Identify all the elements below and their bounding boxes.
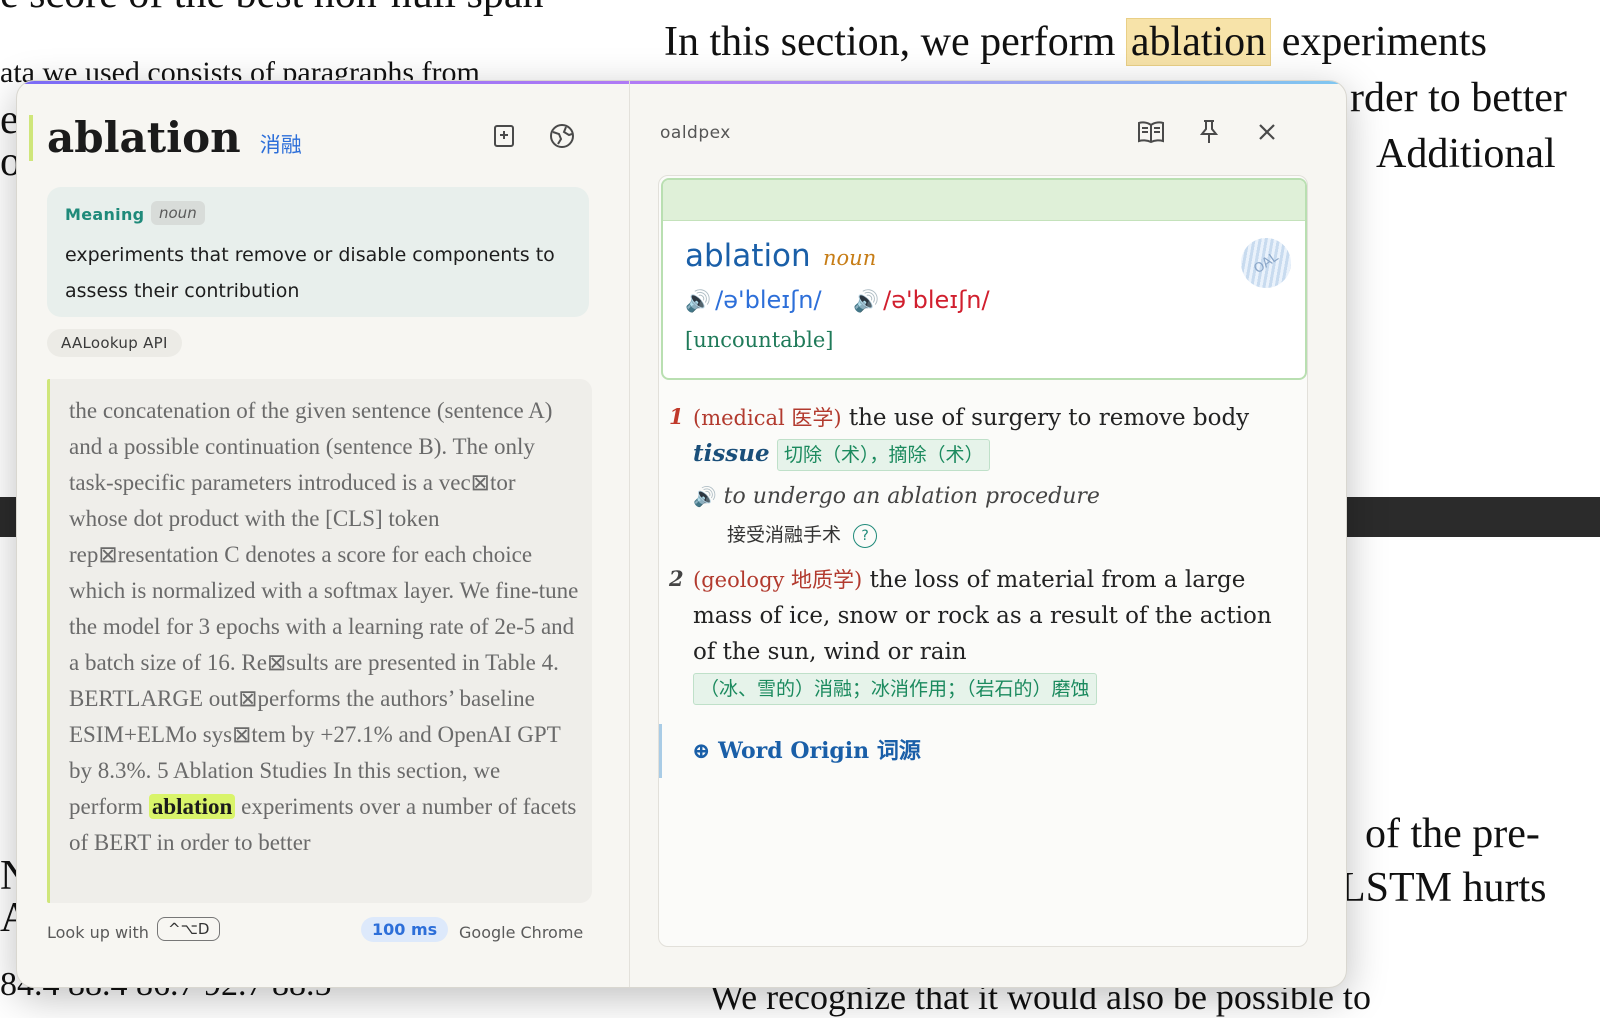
sense-definition: (geology 地质学) the loss of material from … xyxy=(693,562,1299,706)
context-passage[interactable]: the concatenation of the given sentence … xyxy=(47,379,592,903)
meaning-card: Meaning noun experiments that remove or … xyxy=(47,187,589,317)
bg-text-line1: e score of the best non-null span xyxy=(0,0,544,18)
shortcut-key[interactable]: ^⌥D xyxy=(157,917,221,941)
sense-number: 1 xyxy=(669,404,684,429)
context-after: experiments over a number of facets of B… xyxy=(69,794,577,855)
sense-label: (medical 医学) xyxy=(693,406,842,430)
bg-right-line1-post: experiments xyxy=(1281,19,1487,65)
open-dictionary-button[interactable] xyxy=(1134,115,1168,149)
headword-translation: 消融 xyxy=(259,133,302,157)
entry-word: ablation xyxy=(685,238,811,274)
entry-header-band xyxy=(663,180,1305,221)
sense-label: (geology 地质学) xyxy=(693,568,863,592)
sense-number: 2 xyxy=(669,566,684,591)
globe-icon xyxy=(550,124,574,148)
left-pane: ablation 消融 Meaning noun experiments tha… xyxy=(17,81,630,987)
bg-right-line1: In this section, we perform ablation exp… xyxy=(664,18,1487,66)
sense-def-a: the use of surgery to remove body xyxy=(848,405,1250,431)
speaker-icon: 🔊 xyxy=(853,289,880,313)
pronunciation-american[interactable]: 🔊/ə'bleɪʃn/ xyxy=(853,286,990,314)
bg-right-line4: of the pre- xyxy=(1365,811,1540,857)
close-button[interactable] xyxy=(1250,115,1284,149)
source-badge: AALookup API xyxy=(47,329,182,357)
pin-icon xyxy=(1199,120,1219,143)
context-before: the concatenation of the given sentence … xyxy=(69,398,579,819)
lookup-with-label: Look up with xyxy=(47,923,149,942)
close-icon xyxy=(1259,124,1275,140)
globe-button[interactable] xyxy=(545,119,579,153)
meaning-label: Meaning xyxy=(65,205,145,224)
entry-header: ablation noun 🔊/ə'bleɪʃn/ 🔊/ə'bleɪʃn/ [u… xyxy=(661,178,1307,380)
pin-button[interactable] xyxy=(1192,115,1226,149)
add-bookmark-button[interactable] xyxy=(487,119,521,153)
entry-pos: noun xyxy=(823,246,877,270)
pron-br-text: /ə'bleɪʃn/ xyxy=(715,286,822,314)
oxford-stamp-icon: OAL xyxy=(1231,228,1301,298)
speaker-icon: 🔊 xyxy=(693,486,717,508)
sense-definition: (medical 医学) the use of surgery to remov… xyxy=(693,400,1299,472)
dictionary-panel[interactable]: ablation noun 🔊/ə'bleɪʃn/ 🔊/ə'bleɪʃn/ [u… xyxy=(658,175,1308,947)
context-highlight: ablation xyxy=(148,794,236,819)
sense-translation: （冰、雪的）消融；冰消作用；（岩石的）磨蚀 xyxy=(693,673,1097,705)
example-sentence[interactable]: 🔊 to undergo an ablation procedure xyxy=(693,484,1100,509)
grammar-label: [uncountable] xyxy=(685,328,834,352)
example-translation: 接受消融手术 ? xyxy=(727,520,878,548)
pronunciation-british[interactable]: 🔊/ə'bleɪʃn/ xyxy=(685,286,822,314)
word-origin-toggle[interactable]: ⊕ Word Origin 词源 xyxy=(659,724,921,778)
speaker-icon: 🔊 xyxy=(685,289,712,313)
bg-dark-bar-right xyxy=(1340,497,1600,537)
dictionary-name: oaldpex xyxy=(660,123,731,143)
headword-block: ablation 消融 xyxy=(29,115,302,161)
book-icon xyxy=(1138,121,1164,144)
pron-am-text: /ə'bleɪʃn/ xyxy=(883,286,990,314)
bg-right-line3: Additional xyxy=(1376,131,1556,177)
source-app-name: Google Chrome xyxy=(459,923,584,942)
headword: ablation xyxy=(47,113,241,162)
latency-badge: 100 ms xyxy=(361,917,449,942)
help-icon[interactable]: ? xyxy=(853,523,878,548)
bg-right-line5: LSTM hurts xyxy=(1340,865,1547,911)
add-bookmark-icon xyxy=(494,125,514,147)
pos-badge: noun xyxy=(151,201,205,225)
bg-right-line2: rder to better xyxy=(1350,75,1567,121)
lookup-popup: ablation 消融 Meaning noun experiments tha… xyxy=(16,80,1347,988)
example-text: to undergo an ablation procedure xyxy=(723,484,1100,509)
right-pane: oaldpex ablation noun 🔊/ə'bleɪʃn/ 🔊 /ə'b… xyxy=(630,81,1346,987)
sense-translation: 切除（术），摘除（术） xyxy=(776,439,991,471)
meaning-text: experiments that remove or disable compo… xyxy=(65,244,555,302)
sense-def-b: tissue xyxy=(693,440,770,467)
bg-right-line1-pre: In this section, we perform xyxy=(664,19,1116,65)
bg-highlighted-word: ablation xyxy=(1125,18,1272,66)
context-text: the concatenation of the given sentence … xyxy=(69,393,579,861)
example-zh-text: 接受消融手术 xyxy=(727,524,842,546)
